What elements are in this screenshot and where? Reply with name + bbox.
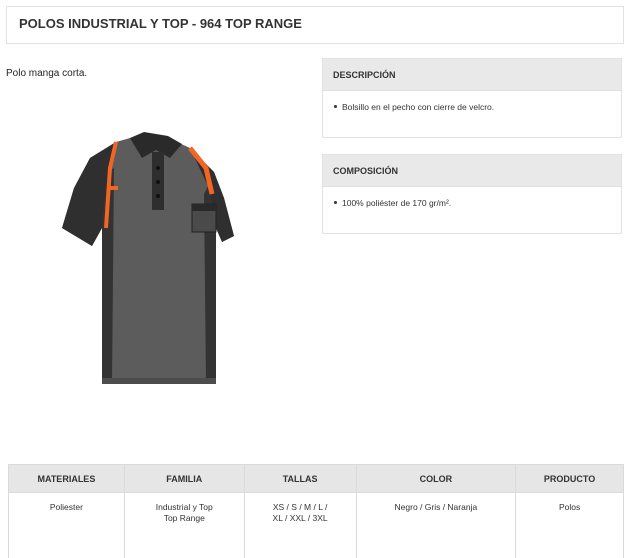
description-heading: DESCRIPCIÓN (323, 59, 621, 91)
composition-heading: COMPOSICIÓN (323, 155, 621, 187)
specs-header-row: MATERIALES FAMILIA TALLAS COLOR PRODUCTO (8, 464, 624, 493)
value-producto: Polos (515, 492, 624, 558)
value-materiales: Poliester (8, 492, 125, 558)
header-materiales: MATERIALES (8, 464, 125, 493)
value-color: Negro / Gris / Naranja (355, 492, 517, 558)
header-color: COLOR (355, 464, 517, 493)
description-item: Bolsillo en el pecho con cierre de velcr… (333, 101, 611, 113)
product-subtitle: Polo manga corta. (6, 68, 88, 79)
value-tallas: XS / S / M / L / XL / XXL / 3XL (272, 502, 328, 523)
composition-item: 100% poliéster de 170 gr/m². (333, 197, 611, 209)
composition-panel: COMPOSICIÓN 100% poliéster de 170 gr/m². (322, 154, 622, 234)
header-familia: FAMILIA (123, 464, 245, 493)
value-familia-cell: Industrial y Top Top Range (123, 492, 245, 558)
header-producto: PRODUCTO (515, 464, 624, 493)
polo-shirt-image (62, 132, 234, 384)
specs-value-row: Poliester Industrial y Top Top Range XS … (8, 492, 624, 558)
value-tallas-cell: XS / S / M / L / XL / XXL / 3XL (243, 492, 357, 558)
page-title: POLOS INDUSTRIAL Y TOP - 964 TOP RANGE (6, 6, 624, 44)
description-panel: DESCRIPCIÓN Bolsillo en el pecho con cie… (322, 58, 622, 138)
header-tallas: TALLAS (243, 464, 357, 493)
specs-table: MATERIALES FAMILIA TALLAS COLOR PRODUCTO… (8, 464, 624, 558)
value-familia: Industrial y Top Top Range (155, 502, 213, 523)
